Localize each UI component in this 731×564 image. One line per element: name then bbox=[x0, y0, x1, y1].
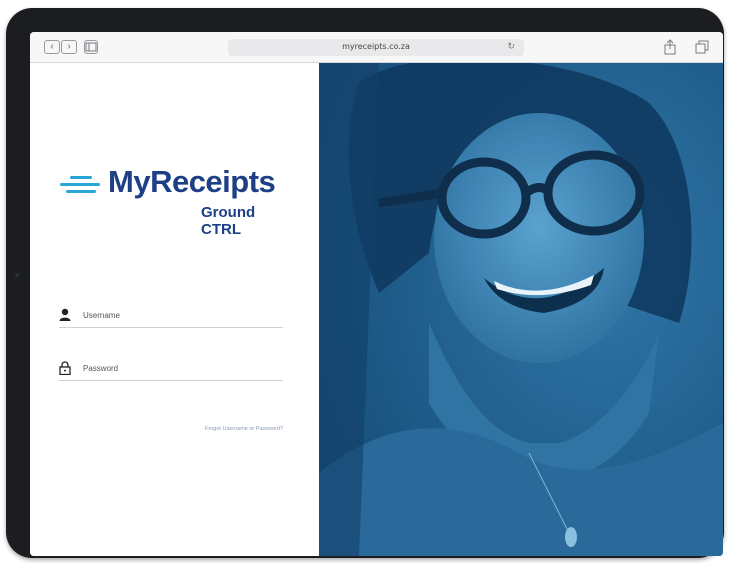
camera-dot bbox=[15, 273, 19, 277]
share-icon[interactable] bbox=[663, 39, 677, 55]
reload-icon[interactable]: ↻ bbox=[507, 41, 515, 52]
hero-photo bbox=[319, 63, 723, 556]
chevron-left-icon[interactable]: ‹ bbox=[44, 40, 60, 54]
logo-mark-icon bbox=[60, 176, 100, 198]
url-text: myreceipts.co.za bbox=[342, 42, 410, 51]
portrait-illustration bbox=[319, 63, 723, 556]
address-bar[interactable]: myreceipts.co.za ↻ bbox=[228, 39, 524, 56]
chevron-right-icon[interactable]: › bbox=[61, 40, 77, 54]
password-input[interactable] bbox=[83, 360, 273, 376]
tabs-icon[interactable] bbox=[695, 40, 709, 54]
browser-toolbar: ‹ › myreceipts.co.za ↻ bbox=[30, 32, 723, 63]
login-panel: MyReceipts Ground CTRL Forgot Username o… bbox=[30, 63, 319, 556]
password-field[interactable] bbox=[59, 358, 283, 381]
tablet-screen: ‹ › myreceipts.co.za ↻ MyReceipts Ground… bbox=[30, 32, 723, 556]
brand-name: MyReceipts bbox=[108, 164, 276, 199]
username-field[interactable] bbox=[59, 305, 283, 328]
sidebar-icon[interactable] bbox=[84, 40, 98, 54]
lock-icon bbox=[59, 361, 71, 376]
forgot-credentials-link[interactable]: Forgot Username or Password? bbox=[59, 426, 283, 432]
username-input[interactable] bbox=[83, 307, 273, 323]
tablet-frame: ‹ › myreceipts.co.za ↻ MyReceipts Ground… bbox=[6, 8, 724, 558]
user-icon bbox=[59, 308, 71, 322]
brand-subtitle: Ground CTRL bbox=[201, 204, 256, 238]
brand-logo: MyReceipts Ground CTRL bbox=[60, 164, 290, 238]
